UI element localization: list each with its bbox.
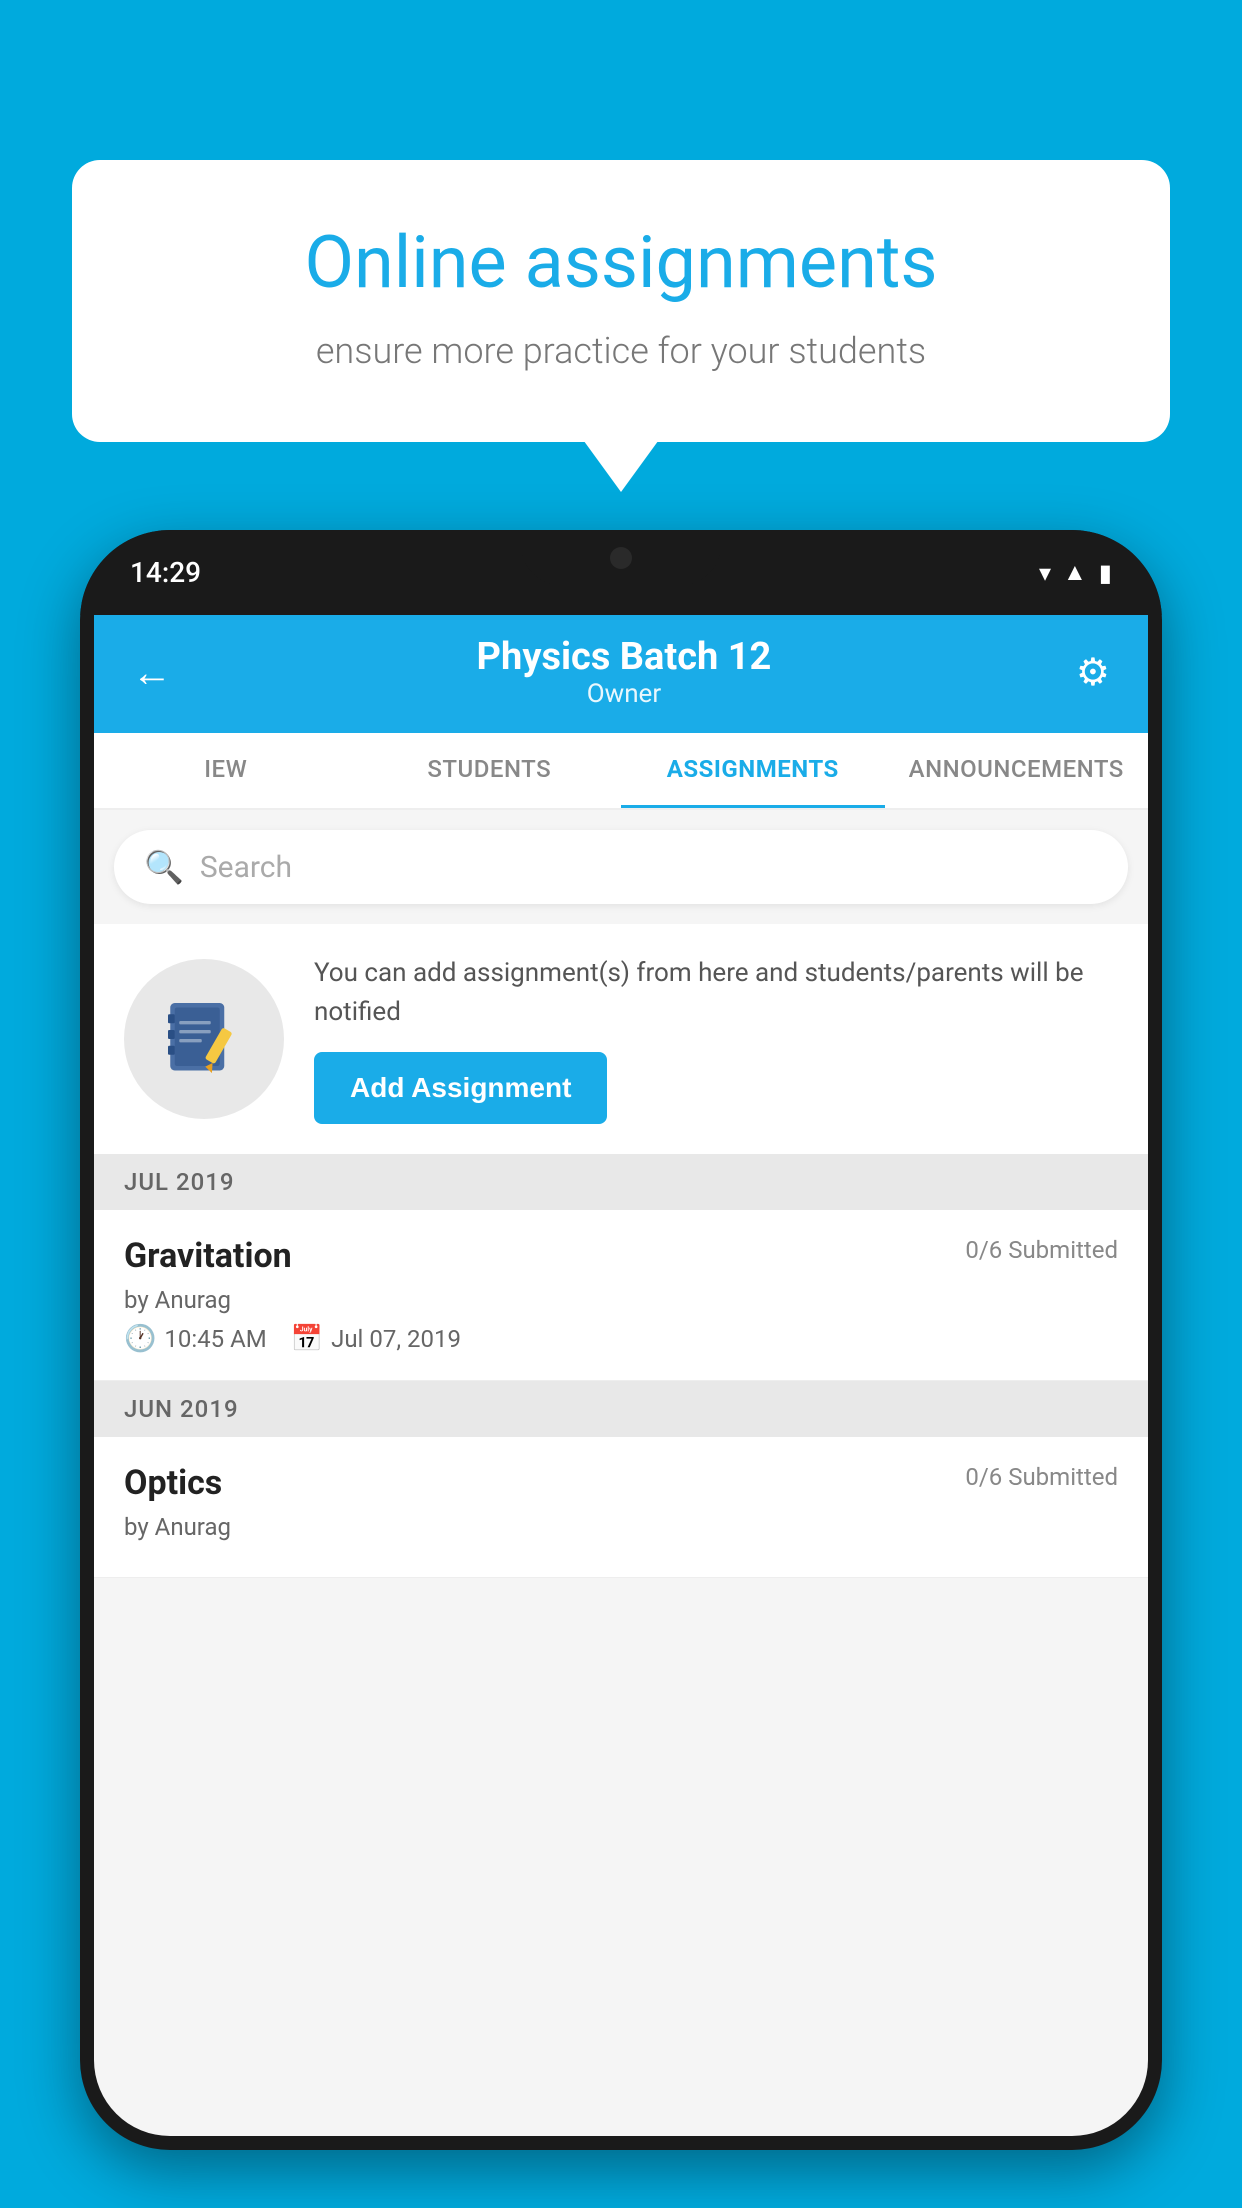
header-subtitle: Owner [180, 679, 1068, 709]
wifi-icon: ▾ [1039, 559, 1051, 587]
header-title: Physics Batch 12 [180, 635, 1068, 679]
assignment-name-optics: Optics [124, 1463, 222, 1503]
assignment-submitted-optics: 0/6 Submitted [965, 1463, 1118, 1491]
speech-bubble-title: Online assignments [132, 220, 1110, 306]
phone-notch: 14:29 ▾ ▲ ▮ [80, 530, 1162, 615]
search-icon: 🔍 [144, 848, 184, 886]
battery-icon: ▮ [1099, 559, 1112, 587]
notebook-icon-circle [124, 959, 284, 1119]
assignment-row-top: Gravitation 0/6 Submitted [124, 1236, 1118, 1276]
section-header-jun: JUN 2019 [94, 1381, 1148, 1437]
assignment-item-optics[interactable]: Optics 0/6 Submitted by Anurag [94, 1437, 1148, 1578]
search-bar[interactable]: 🔍 Search [114, 830, 1128, 904]
assignment-item-gravitation[interactable]: Gravitation 0/6 Submitted by Anurag 🕐 10… [94, 1210, 1148, 1381]
assignment-time-gravitation: 🕐 10:45 AM [124, 1324, 267, 1354]
phone-frame: 14:29 ▾ ▲ ▮ ← Physics Batch 12 Owner ⚙ [80, 530, 1162, 2150]
signal-icon: ▲ [1063, 558, 1087, 587]
assignment-date-label: Jul 07, 2019 [331, 1325, 461, 1353]
notebook-icon [159, 994, 249, 1084]
info-card-text: You can add assignment(s) from here and … [314, 954, 1118, 1032]
assignment-time-label: 10:45 AM [164, 1325, 266, 1353]
header-center: Physics Batch 12 Owner [180, 635, 1068, 709]
search-placeholder: Search [200, 850, 292, 885]
clock-icon: 🕐 [124, 1324, 156, 1354]
tab-iew[interactable]: IEW [94, 733, 358, 808]
camera-dot [610, 547, 632, 569]
assignment-row-top-optics: Optics 0/6 Submitted [124, 1463, 1118, 1503]
assignment-meta-gravitation: 🕐 10:45 AM 📅 Jul 07, 2019 [124, 1324, 1118, 1354]
calendar-icon: 📅 [291, 1324, 323, 1354]
tab-assignments[interactable]: ASSIGNMENTS [621, 733, 885, 808]
tabs-bar: IEW STUDENTS ASSIGNMENTS ANNOUNCEMENTS [94, 733, 1148, 810]
notch-bump [521, 530, 721, 585]
info-card: You can add assignment(s) from here and … [94, 924, 1148, 1154]
section-header-jul-label: JUL 2019 [124, 1168, 235, 1196]
status-icons: ▾ ▲ ▮ [1039, 558, 1112, 587]
section-header-jun-label: JUN 2019 [124, 1395, 239, 1423]
phone-screen: ← Physics Batch 12 Owner ⚙ IEW STUDENTS … [94, 615, 1148, 2136]
add-assignment-button[interactable]: Add Assignment [314, 1052, 607, 1124]
tab-students[interactable]: STUDENTS [358, 733, 622, 808]
speech-bubble: Online assignments ensure more practice … [72, 160, 1170, 442]
section-header-jul: JUL 2019 [94, 1154, 1148, 1210]
status-time: 14:29 [130, 556, 201, 589]
assignment-submitted-gravitation: 0/6 Submitted [965, 1236, 1118, 1264]
phone-wrapper: 14:29 ▾ ▲ ▮ ← Physics Batch 12 Owner ⚙ [80, 530, 1162, 2208]
assignment-date-gravitation: 📅 Jul 07, 2019 [291, 1324, 461, 1354]
tab-announcements[interactable]: ANNOUNCEMENTS [885, 733, 1149, 808]
speech-bubble-subtitle: ensure more practice for your students [132, 330, 1110, 372]
back-button[interactable]: ← [124, 641, 180, 704]
settings-button[interactable]: ⚙ [1068, 642, 1118, 703]
app-header: ← Physics Batch 12 Owner ⚙ [94, 615, 1148, 733]
assignment-name-gravitation: Gravitation [124, 1236, 292, 1276]
assignment-by-gravitation: by Anurag [124, 1286, 1118, 1314]
info-card-content: You can add assignment(s) from here and … [314, 954, 1118, 1124]
assignment-by-optics: by Anurag [124, 1513, 1118, 1541]
